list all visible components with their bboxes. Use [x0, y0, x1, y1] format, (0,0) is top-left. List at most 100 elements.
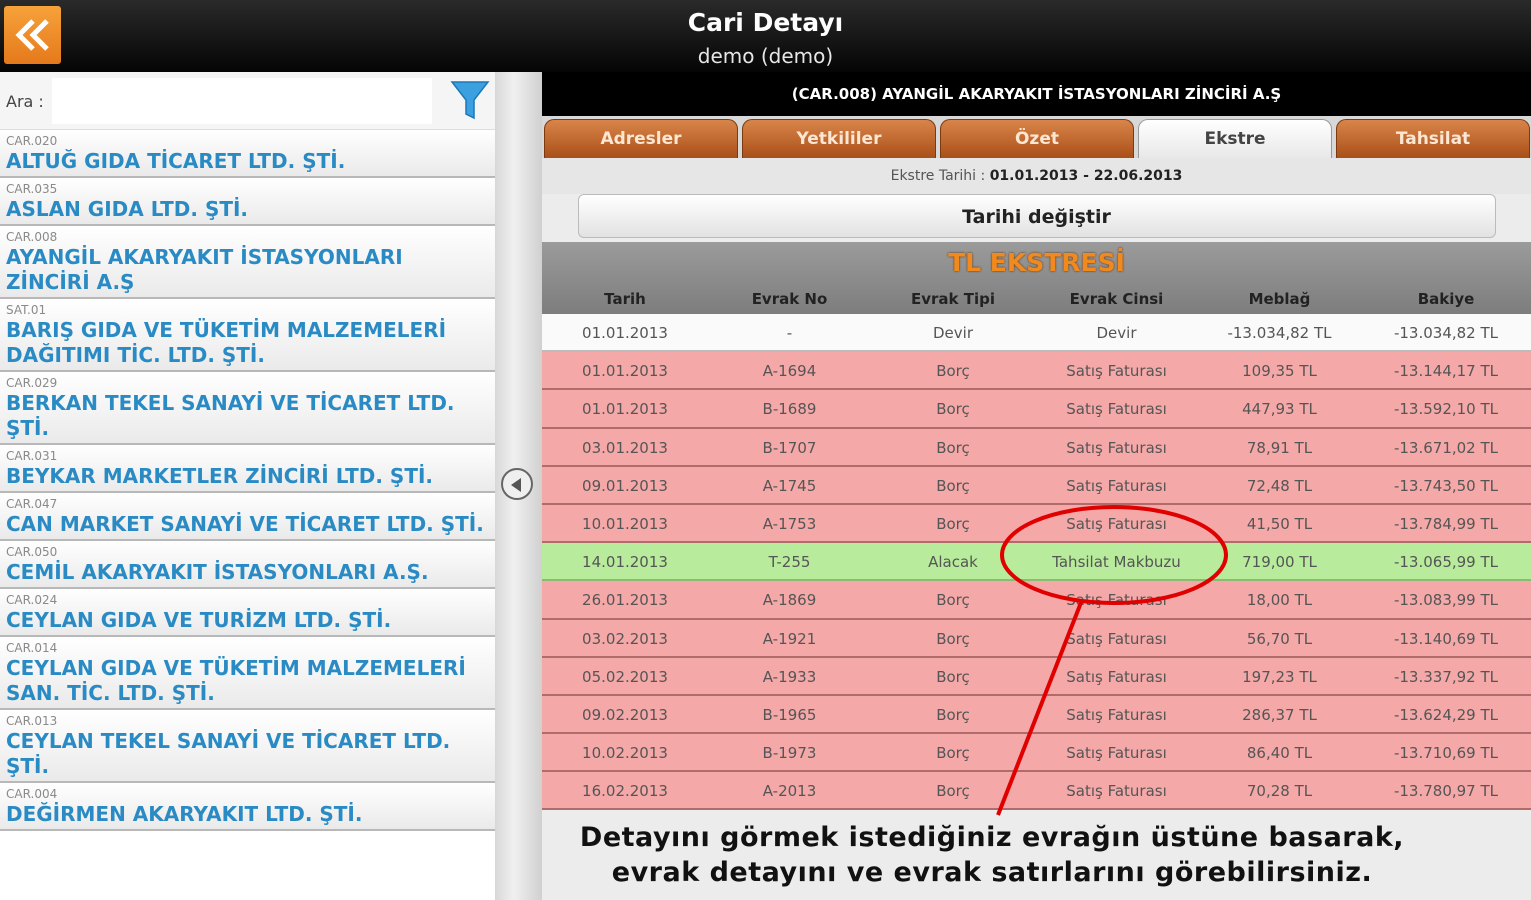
customer-code: CAR.020 — [6, 134, 58, 148]
table-cell: Borç — [936, 782, 970, 801]
table-cell: 01.01.2013 — [582, 400, 668, 419]
table-cell: Borç — [936, 438, 970, 457]
customer-name: ALTUĞ GIDA TİCARET LTD. ŞTİ. — [6, 149, 346, 173]
column-header: Evrak No — [751, 290, 828, 308]
column-header: Tarih — [604, 290, 646, 308]
customer-name: BERKAN TEKEL SANAYİ VE TİCARET LTD. ŞTİ. — [6, 391, 455, 440]
list-item[interactable]: CAR.004 DEĞİRMEN AKARYAKIT LTD. ŞTİ. — [0, 783, 495, 831]
customer-name: BARIŞ GIDA VE TÜKETİM MALZEMELERİ DAĞITI… — [6, 318, 447, 367]
table-row[interactable]: 26.01.2013 A-1869 Borç Satış Faturası 18,00 … — [542, 581, 1531, 620]
column-header: Bakiye — [1417, 290, 1475, 308]
page-subtitle: demo (demo) — [697, 44, 834, 68]
customer-code: CAR.008 — [6, 230, 58, 244]
table-cell: 14.01.2013 — [582, 553, 668, 572]
table-cell: 26.01.2013 — [582, 591, 668, 610]
annotation-note: Detayını görmek istediğiniz evrağın üstü… — [542, 820, 1442, 890]
customer-name: CAN MARKET SANAYİ VE TİCARET LTD. ŞTİ. — [6, 512, 484, 536]
table-cell: Borç — [936, 629, 970, 648]
customer-name: DEĞİRMEN AKARYAKIT LTD. ŞTİ. — [6, 802, 363, 826]
table-cell: A-1933 — [762, 667, 817, 686]
table-cell: Borç — [936, 591, 970, 610]
table-cell: Borç — [936, 744, 970, 763]
list-item[interactable]: CAR.035 ASLAN GIDA LTD. ŞTİ. — [0, 178, 495, 226]
list-item[interactable]: CAR.029 BERKAN TEKEL SANAYİ VE TİCARET LT… — [0, 372, 495, 445]
table-row[interactable]: 03.01.2013 B-1707 Borç Satış Faturası 78,91 … — [542, 428, 1531, 467]
table-row[interactable]: 10.01.2013 A-1753 Borç Satış Faturası 41,50 … — [542, 504, 1531, 544]
table-row[interactable]: 03.02.2013 A-1921 Borç Satış Faturası 56,70 … — [542, 619, 1531, 658]
customer-name: CEYLAN TEKEL SANAYİ VE TİCARET LTD. ŞTİ. — [6, 729, 451, 778]
table-cell: Devir — [933, 324, 973, 342]
customer-code: CAR.014 — [6, 641, 58, 655]
customer-detail-panel: (CAR.008) AYANGİL AKARYAKIT İSTASYONLARI… — [542, 72, 1531, 900]
table-cell: 70,28 TL — [1246, 782, 1313, 801]
list-item[interactable]: CAR.013 CEYLAN TEKEL SANAYİ VE TİCARET LT… — [0, 710, 495, 783]
table-row[interactable]: 01.01.2013 A-1694 Borç Satış Faturası 109,35… — [542, 352, 1531, 391]
table-cell: A-1869 — [762, 591, 817, 610]
table-cell: Satış Faturası — [1066, 514, 1167, 533]
annotation-line-1: Detayını görmek istediğiniz evrağın üstü… — [579, 822, 1405, 853]
table-row[interactable]: 01.01.2013 - Devir Devir -13.034,82 TL -13.03… — [542, 314, 1531, 353]
table-cell: Borç — [936, 362, 970, 381]
table-row[interactable]: 09.01.2013 A-1745 Borç Satış Faturası 72,48 … — [542, 466, 1531, 505]
tab-adresler[interactable]: Adresler — [544, 119, 738, 158]
table-cell: B-1689 — [762, 400, 817, 419]
table-row[interactable]: 16.02.2013 A-2013 Borç Satış Faturası 70,28 … — [542, 772, 1531, 811]
column-headers: Tarih Evrak No Evrak Tipi Evrak Cinsi Meblağ… — [542, 290, 1531, 308]
table-cell: -13.671,02 TL — [1393, 438, 1499, 457]
table-cell: 56,70 TL — [1246, 629, 1313, 648]
table-cell: 03.01.2013 — [582, 438, 668, 457]
statement-date-label: Ekstre Tarihi : — [890, 168, 986, 184]
table-cell: 16.02.2013 — [582, 782, 668, 801]
table-cell: -13.140,69 TL — [1393, 629, 1499, 648]
panel-divider — [495, 72, 542, 900]
table-cell: 10.01.2013 — [582, 514, 668, 533]
table-cell: A-1694 — [762, 362, 817, 381]
list-item[interactable]: CAR.031 BEYKAR MARKETLER ZİNCİRİ LTD. ŞTİ… — [0, 445, 495, 493]
tab-yetkililer[interactable]: Yetkililer — [742, 119, 936, 158]
table-cell: -13.034,82 TL — [1227, 324, 1332, 342]
change-date-button[interactable]: Tarihi değiştir — [577, 194, 1496, 238]
table-cell: 09.01.2013 — [582, 476, 668, 495]
list-item[interactable]: CAR.050 CEMİL AKARYAKIT İSTASYONLARI A.Ş. — [0, 541, 495, 589]
column-header: Evrak Cinsi — [1069, 290, 1164, 308]
table-cell: -13.083,99 TL — [1393, 591, 1499, 610]
table-row[interactable]: 10.02.2013 B-1973 Borç Satış Faturası 86,40 … — [542, 734, 1531, 773]
table-cell: -13.144,17 TL — [1393, 362, 1499, 381]
customer-code: CAR.047 — [6, 497, 58, 511]
list-item[interactable]: CAR.024 CEYLAN GIDA VE TURİZM LTD. ŞTİ. — [0, 589, 495, 637]
table-cell: -13.743,50 TL — [1393, 476, 1499, 495]
table-row[interactable]: 14.01.2013 T-255 Alacak Tahsilat Makbuzu 719… — [542, 543, 1531, 582]
search-label: Ara : — [6, 92, 44, 111]
list-item[interactable]: CAR.014 CEYLAN GIDA VE TÜKETİM MALZEMELER… — [0, 637, 495, 710]
statement-date: Ekstre Tarihi : 01.01.2013 - 22.06.2013 — [542, 158, 1531, 194]
filter-icon[interactable] — [450, 76, 490, 124]
table-cell: Borç — [936, 400, 970, 419]
table-cell: 447,93 TL — [1242, 400, 1317, 419]
table-cell: Borç — [936, 514, 970, 533]
customer-code: CAR.004 — [6, 787, 58, 801]
table-cell: T-255 — [768, 553, 811, 572]
table-cell: B-1973 — [762, 744, 817, 763]
tab-tahsilat[interactable]: Tahsilat — [1336, 119, 1530, 158]
customer-name: CEYLAN GIDA VE TÜKETİM MALZEMELERİ SAN. … — [6, 656, 466, 705]
collapse-panel-button[interactable] — [501, 468, 533, 500]
list-item[interactable]: SAT.01 BARIŞ GIDA VE TÜKETİM MALZEMELERİ … — [0, 299, 495, 372]
search-input[interactable] — [52, 78, 432, 124]
tab-ekstre[interactable]: Ekstre — [1138, 119, 1332, 158]
table-cell: 86,40 TL — [1246, 744, 1313, 763]
table-cell: B-1965 — [762, 705, 817, 724]
table-cell: 01.01.2013 — [582, 362, 668, 381]
table-cell: -13.784,99 TL — [1393, 514, 1499, 533]
customer-code: CAR.035 — [6, 182, 58, 196]
list-item[interactable]: CAR.008 AYANGİL AKARYAKIT İSTASYONLARI Zİ… — [0, 226, 495, 299]
table-row[interactable]: 01.01.2013 B-1689 Borç Satış Faturası 447,93… — [542, 390, 1531, 429]
customer-name: CEYLAN GIDA VE TURİZM LTD. ŞTİ. — [6, 608, 392, 632]
table-row[interactable]: 05.02.2013 A-1933 Borç Satış Faturası 197,23… — [542, 657, 1531, 696]
list-item[interactable]: CAR.047 CAN MARKET SANAYİ VE TİCARET LTD.… — [0, 493, 495, 541]
table-cell: Borç — [936, 476, 970, 495]
list-item[interactable]: CAR.020 ALTUĞ GIDA TİCARET LTD. ŞTİ. — [0, 130, 495, 178]
table-cell: 05.02.2013 — [582, 667, 668, 686]
customer-name: CEMİL AKARYAKIT İSTASYONLARI A.Ş. — [6, 560, 429, 584]
tab--zet[interactable]: Özet — [940, 119, 1134, 158]
table-row[interactable]: 09.02.2013 B-1965 Borç Satış Faturası 286,37… — [542, 695, 1531, 735]
